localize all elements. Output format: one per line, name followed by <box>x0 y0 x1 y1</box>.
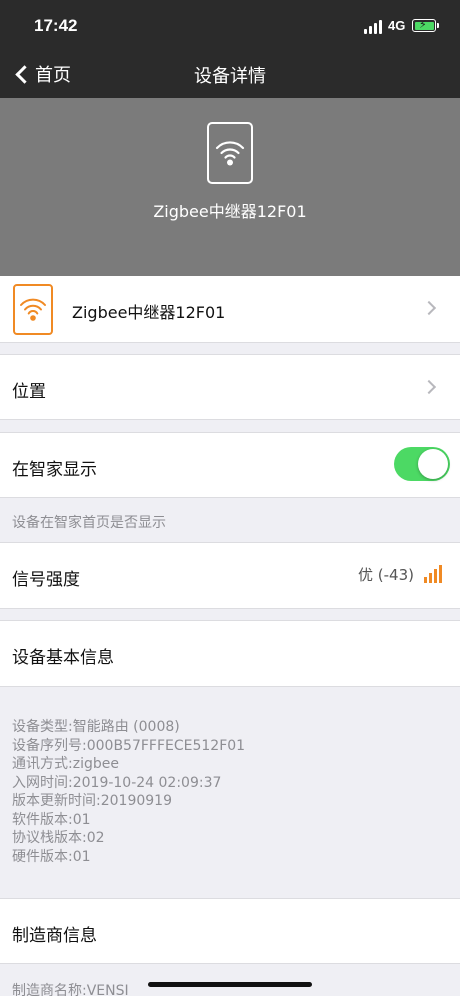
smart-home-toggle[interactable] <box>394 447 450 481</box>
info-line-serial: 设备序列号:000B57FFFECE512F01 <box>12 737 246 754</box>
basic-info-header: 设备基本信息 <box>0 620 460 687</box>
page-title: 设备详情 <box>194 66 266 87</box>
hero-device-name: Zigbee中继器12F01 <box>153 202 307 221</box>
basic-info-title: 设备基本信息 <box>12 648 114 668</box>
info-line-software-version: 软件版本:01 <box>12 811 91 828</box>
signal-value: 优 (-43) <box>358 566 414 584</box>
home-indicator[interactable] <box>148 982 312 987</box>
device-row[interactable]: Zigbee中继器12F01 <box>0 276 460 343</box>
signal-label: 信号强度 <box>12 570 80 590</box>
basic-info-list: 设备类型:智能路由 (0008) 设备序列号:000B57FFFECE512F0… <box>12 718 245 866</box>
signal-row: 信号强度 优 (-43) <box>0 542 460 609</box>
chevron-right-icon <box>421 379 437 395</box>
battery-charging-icon: ⚡ <box>412 18 439 32</box>
status-bar: 17:42 4G ⚡ <box>0 0 460 50</box>
wifi-device-icon <box>207 122 253 184</box>
manufacturer-title: 制造商信息 <box>12 926 97 946</box>
smart-home-row: 在智家显示 <box>0 432 460 498</box>
location-label: 位置 <box>12 382 46 402</box>
wifi-device-icon <box>13 284 53 335</box>
status-time: 17:42 <box>34 16 78 35</box>
navigation-bar: 首页 设备详情 <box>0 50 460 98</box>
info-line-update-time: 版本更新时间:20190919 <box>12 793 172 809</box>
toggle-knob <box>418 449 448 479</box>
manufacturer-header: 制造商信息 <box>0 898 460 964</box>
device-hero: Zigbee中继器12F01 <box>0 98 460 276</box>
chevron-right-icon <box>421 300 437 316</box>
info-line-device-type: 设备类型:智能路由 (0008) <box>12 719 180 735</box>
device-name: Zigbee中继器12F01 <box>72 303 226 322</box>
smart-home-hint: 设备在智家首页是否显示 <box>12 515 166 531</box>
network-type: 4G <box>388 18 406 33</box>
info-line-stack-version: 协议栈版本:02 <box>12 830 105 846</box>
manufacturer-name: 制造商名称:VENSI <box>12 983 129 996</box>
signal-strength-icon <box>424 563 446 583</box>
cellular-signal-icon <box>364 20 384 34</box>
info-line-join-time: 入网时间:2019-10-24 02:09:37 <box>12 774 222 791</box>
location-row[interactable]: 位置 <box>0 354 460 420</box>
info-line-protocol: 通讯方式:zigbee <box>12 756 119 772</box>
smart-home-label: 在智家显示 <box>12 460 97 480</box>
info-line-hardware-version: 硬件版本:01 <box>12 848 91 865</box>
